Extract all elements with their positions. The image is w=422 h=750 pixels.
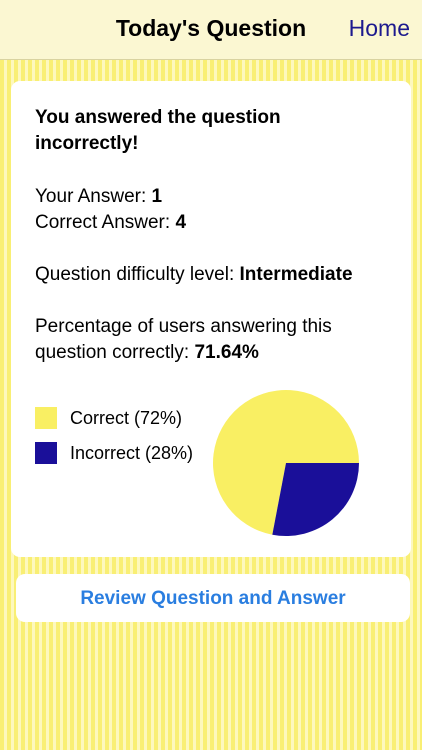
your-answer-label: Your Answer: [35,186,152,207]
legend-swatch-incorrect [35,442,57,464]
home-button[interactable]: Home [349,15,410,42]
result-card: You answered the question incorrectly! Y… [11,81,411,557]
legend-incorrect: Incorrect (28%) [35,441,193,465]
correct-answer-value: 4 [175,212,187,233]
percentage-label: Percentage of users answering this quest… [35,316,332,363]
correct-answer-label: Correct Answer: [35,212,176,233]
answers-block: Your Answer: 1 Correct Answer: 4 [35,184,186,236]
review-question-button[interactable]: Review Question and Answer [16,574,410,622]
percentage-value: 71.64% [194,342,259,363]
your-answer-value: 1 [151,186,163,207]
legend-label-correct: Correct (72%) [70,407,183,428]
your-answer-line: Your Answer: 1 [35,184,186,210]
result-headline: You answered the question incorrectly! [35,107,281,154]
difficulty-label: Question difficulty level: [35,264,240,285]
pie-slice-incorrect [272,463,359,536]
legend-swatch-correct [35,407,57,429]
difficulty-line: Question difficulty level: Intermediate [35,262,353,288]
answers-pie-chart [213,390,359,536]
correct-answer-line: Correct Answer: 4 [35,210,186,236]
legend-correct: Correct (72%) [35,406,182,430]
navigation-bar: Today's Question Home [0,0,422,60]
percentage-line: Percentage of users answering this quest… [35,314,395,366]
legend-label-incorrect: Incorrect (28%) [70,442,194,463]
difficulty-value: Intermediate [239,264,353,285]
